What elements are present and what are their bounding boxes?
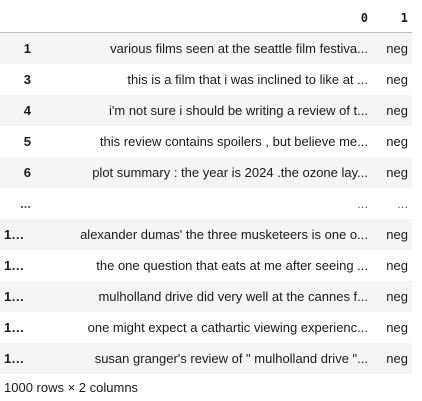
review-text-cell: mulholland drive did very well at the ca… — [98, 289, 368, 304]
label-cell: neg — [386, 41, 408, 56]
review-text-cell: susan granger's review of " mulholland d… — [94, 351, 368, 366]
review-text-cell: this is a film that i was inclined to li… — [127, 72, 368, 87]
row-index: 1990 — [4, 258, 33, 273]
row-index: 6 — [23, 165, 31, 180]
label-cell: neg — [386, 72, 408, 87]
review-text-cell: various films seen at the seattle film f… — [110, 41, 368, 56]
table-row: 1993 mulholland drive did very well at t… — [0, 281, 412, 312]
column-header-1: 1 — [372, 4, 412, 33]
table-row: 1996 susan granger's review of " mulholl… — [0, 343, 412, 374]
review-text-cell: one might expect a cathartic viewing exp… — [87, 320, 368, 335]
table-row: 4 i'm not sure i should be writing a rev… — [0, 95, 412, 126]
label-cell: neg — [386, 258, 408, 273]
row-index: 1995 — [4, 320, 33, 335]
table-row: 1990 the one question that eats at me af… — [0, 250, 412, 281]
review-text-cell: this review contains spoilers , but beli… — [99, 134, 368, 149]
table-row: 3 this is a film that i was inclined to … — [0, 64, 412, 95]
row-index: 1993 — [4, 289, 33, 304]
dataframe-shape-summary: 1000 rows × 2 columns — [4, 380, 139, 395]
table-row: 1985 alexander dumas' the three musketee… — [0, 219, 412, 250]
ellipsis-row: ... ... ... — [0, 188, 412, 219]
label-cell: neg — [386, 351, 408, 366]
dataframe-table: 0 1 1 various films seen at the seattle … — [0, 4, 412, 374]
label-cell: neg — [386, 320, 408, 335]
label-cell: neg — [386, 227, 408, 242]
dataframe-body: 1 various films seen at the seattle film… — [0, 32, 412, 374]
label-cell: neg — [386, 165, 408, 180]
row-index: 1 — [23, 41, 31, 56]
review-text-cell: the one question that eats at me after s… — [96, 258, 368, 273]
row-index: 1985 — [4, 227, 33, 242]
review-text-cell: plot summary : the year is 2024 .the ozo… — [92, 165, 368, 180]
column-header-0: 0 — [53, 4, 372, 33]
table-row: 5 this review contains spoilers , but be… — [0, 126, 412, 157]
table-row: 1995 one might expect a cathartic viewin… — [0, 312, 412, 343]
notebook-output: 0 1 1 various films seen at the seattle … — [0, 0, 422, 401]
label-cell: neg — [386, 289, 408, 304]
review-text-cell: ... — [357, 196, 368, 211]
table-row: 6 plot summary : the year is 2024 .the o… — [0, 157, 412, 188]
row-index: 5 — [23, 134, 31, 149]
label-cell: neg — [386, 134, 408, 149]
row-index: 3 — [23, 72, 31, 87]
label-cell: ... — [397, 196, 408, 211]
table-row: 1 various films seen at the seattle film… — [0, 32, 412, 64]
label-cell: neg — [386, 103, 408, 118]
row-index: 1996 — [4, 351, 33, 366]
review-text-cell: alexander dumas' the three musketeers is… — [80, 227, 368, 242]
row-index: 4 — [23, 103, 31, 118]
row-index: ... — [20, 196, 31, 211]
review-text-cell: i'm not sure i should be writing a revie… — [109, 103, 368, 118]
dataframe-header: 0 1 — [0, 4, 412, 33]
index-header — [0, 4, 53, 33]
header-row: 0 1 — [0, 4, 412, 33]
